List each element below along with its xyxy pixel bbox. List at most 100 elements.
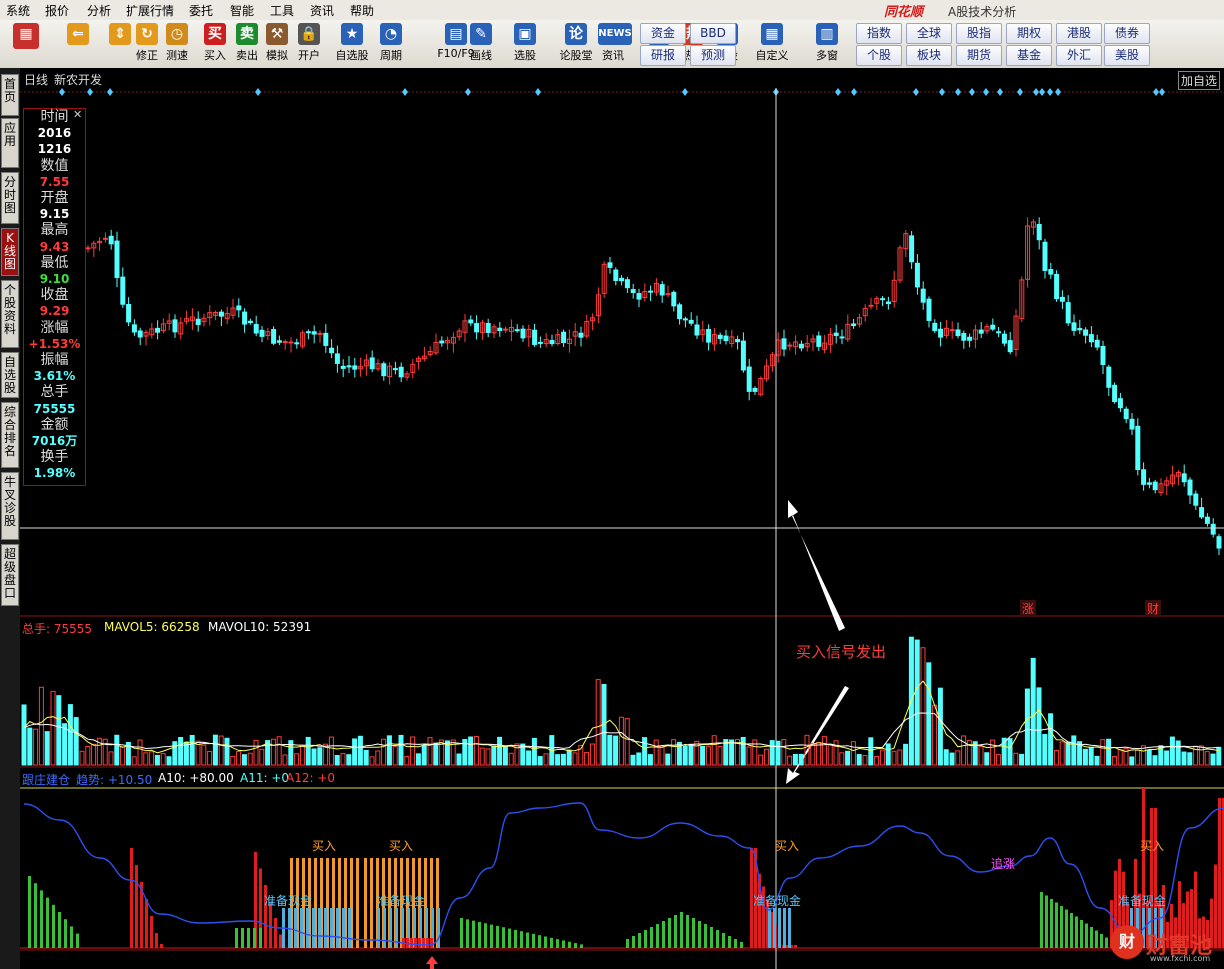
green-bar (64, 919, 67, 948)
quick-button[interactable]: 全球 (906, 23, 952, 44)
quick-button[interactable]: 基金 (1006, 45, 1052, 66)
quick-button[interactable]: 外汇 (1056, 45, 1102, 66)
candle-body (926, 298, 932, 321)
news-button[interactable]: NEWS 资讯 (598, 23, 632, 65)
app-grid-icon: ▦ (13, 23, 39, 49)
green-bar (76, 933, 79, 948)
kline-chart[interactable] (20, 68, 1224, 969)
menu-item[interactable]: 工具 (270, 2, 294, 19)
info-key: 金额 (40, 416, 69, 433)
quick-button[interactable]: BBD (690, 23, 736, 44)
green-bar (1095, 930, 1098, 948)
quick-button[interactable]: 板块 (906, 45, 952, 66)
pencil-icon: ✎ (470, 23, 492, 45)
green-bar (1105, 937, 1108, 948)
green-bar (710, 927, 713, 948)
side-tab[interactable]: 自选股 (1, 352, 19, 398)
green-bar (680, 912, 683, 948)
quick-button[interactable]: 指数 (856, 23, 902, 44)
quick-button[interactable]: 个股 (856, 45, 902, 66)
quick-button[interactable]: 期权 (1006, 23, 1052, 44)
candle-body (346, 365, 352, 368)
green-bar (556, 939, 559, 948)
buy-button[interactable]: 买买入 (200, 23, 230, 65)
close-icon[interactable]: ✕ (73, 108, 82, 121)
green-bar (662, 921, 665, 948)
side-tab[interactable]: 牛叉诊股 (1, 472, 19, 540)
candle-body (282, 341, 288, 344)
revise-button[interactable]: ↻ 修正 (132, 23, 162, 65)
side-tab[interactable]: 综合排名 (1, 402, 19, 468)
candle-body (781, 338, 787, 350)
volume-bar (491, 745, 497, 766)
green-bar (638, 933, 641, 948)
menu-item[interactable]: 委托 (189, 2, 213, 19)
blue-bar (773, 908, 776, 948)
side-tab[interactable]: K线图 (1, 228, 19, 276)
quick-button[interactable]: 期货 (956, 45, 1002, 66)
lock-button[interactable]: 🔒 开户 (294, 23, 324, 65)
menu-item[interactable]: 报价 (45, 2, 69, 19)
menu-item[interactable]: 分析 (87, 2, 111, 19)
blue-bar (783, 908, 786, 948)
green-bar (1055, 902, 1058, 948)
clock-button[interactable]: ◷ 测速 (162, 23, 192, 65)
menu-item[interactable]: 智能 (230, 2, 254, 19)
green-bar (626, 939, 629, 948)
toolbar-button-label: 画线 (470, 49, 492, 62)
menu-item[interactable]: 系统 (6, 2, 30, 19)
quick-button[interactable]: 港股 (1056, 23, 1102, 44)
side-tab[interactable]: 首页 (1, 74, 19, 116)
sell-button[interactable]: 卖卖出 (232, 23, 262, 65)
event-mark-cai: 财 (1145, 600, 1162, 617)
side-tab[interactable]: 个股资料 (1, 280, 19, 348)
side-tab[interactable]: 应用 (1, 118, 19, 168)
app-grid-button[interactable]: ▦ (8, 23, 44, 65)
volume-bar (352, 738, 358, 766)
custom-button[interactable]: ▦ 自定义 (752, 23, 792, 65)
quick-button[interactable]: 预测 (690, 45, 736, 66)
side-tab[interactable]: 分时图 (1, 172, 19, 224)
candle-body (294, 342, 300, 345)
green-bar (722, 933, 725, 948)
volume-bar (224, 737, 230, 766)
green-bar (34, 883, 37, 948)
hammer-button[interactable]: ⚒ 模拟 (262, 23, 292, 65)
volume-bar (497, 736, 503, 766)
blue-bar (288, 908, 291, 948)
candle-body (242, 311, 248, 325)
quick-button[interactable]: 研报 (640, 45, 686, 66)
indicator-a12: A12: +0 (286, 771, 336, 785)
volume-bar (845, 750, 851, 766)
forum-button[interactable]: 论论股堂 (556, 23, 596, 65)
volume-bar (792, 753, 798, 766)
quick-button[interactable]: 债券 (1104, 23, 1150, 44)
red-bar (135, 865, 138, 948)
quick-button[interactable]: 资金 (640, 23, 686, 44)
quick-button[interactable]: 美股 (1104, 45, 1150, 66)
add-watch-button[interactable]: 加自选 (1178, 71, 1221, 90)
back-arrow-button[interactable]: ⇐ (60, 23, 96, 65)
pencil-button[interactable]: ✎ 画线 (466, 23, 496, 65)
multi-window-button[interactable]: ▥ 多窗 (812, 23, 842, 65)
menu-item[interactable]: 扩展行情 (126, 2, 174, 19)
menu-item[interactable]: 帮助 (350, 2, 374, 19)
candle-body (978, 329, 984, 334)
period-button[interactable]: ◔ 周期 (376, 23, 406, 65)
volume-bar (456, 753, 462, 766)
candle-body (624, 279, 630, 289)
red-bar (422, 938, 425, 948)
menu-item[interactable]: 资讯 (310, 2, 334, 19)
candle-body (706, 328, 712, 343)
buy-label: 买入 (775, 839, 800, 853)
green-bar (46, 897, 49, 948)
volume-bar (241, 754, 247, 766)
toolbar-button-label: 测速 (166, 49, 188, 62)
info-key: 最高 (40, 222, 69, 239)
side-tab[interactable]: 超级盘口 (1, 544, 19, 606)
quick-button[interactable]: 股指 (956, 23, 1002, 44)
red-bar (145, 899, 148, 948)
star-button[interactable]: ★ 自选股 (332, 23, 372, 65)
select-stock-button[interactable]: ▣ 选股 (510, 23, 540, 65)
candle-body (1100, 346, 1106, 366)
